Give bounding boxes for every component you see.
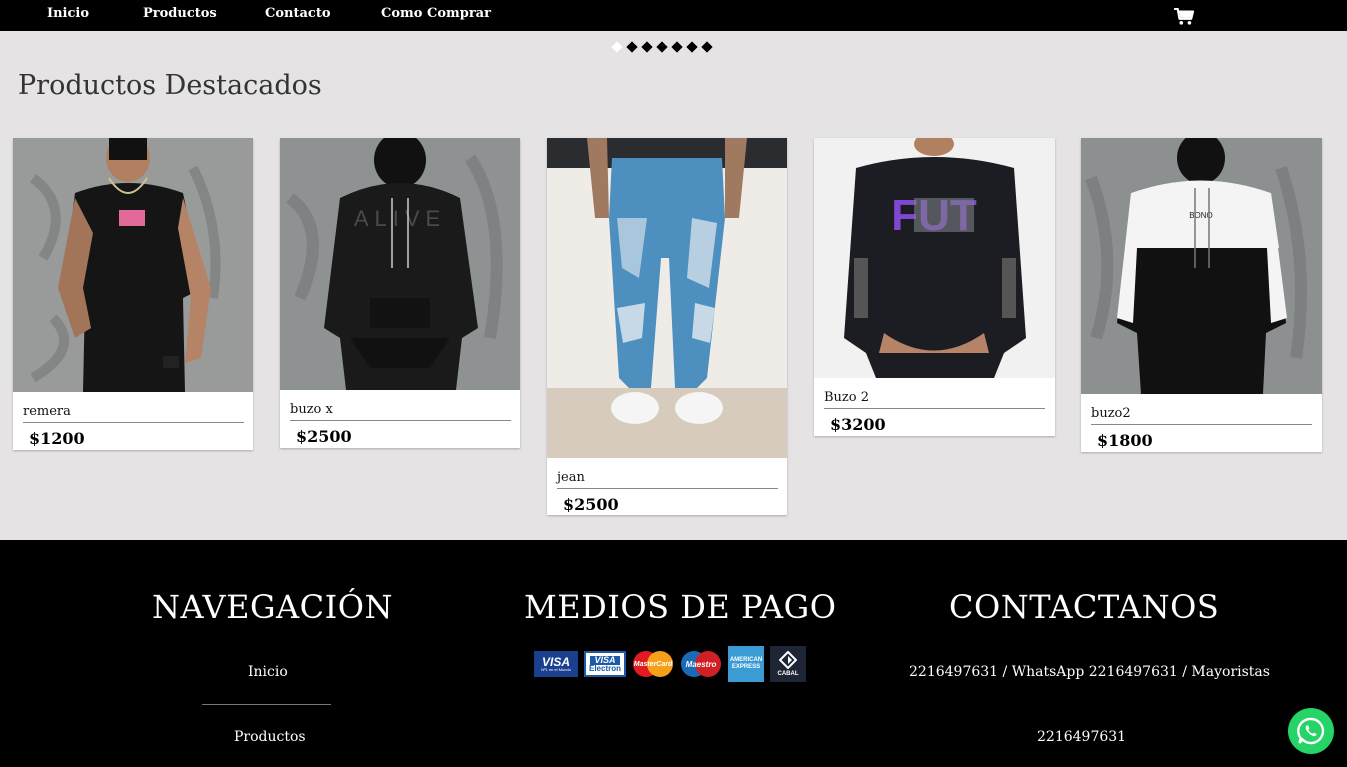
- footer-payment-title: MEDIOS DE PAGO: [524, 588, 837, 626]
- divider: [1091, 424, 1312, 425]
- slider-dots: [611, 41, 713, 53]
- whatsapp-button[interactable]: [1288, 708, 1334, 754]
- product-price: $2500: [563, 495, 619, 514]
- contact-phones: 2216497631 / WhatsApp 2216497631 / Mayor…: [909, 664, 1270, 680]
- slider-dot[interactable]: [701, 41, 713, 53]
- nav-link-contacto[interactable]: Contacto: [265, 6, 331, 21]
- visa-electron-icon: VISA Electron: [584, 651, 626, 677]
- product-card[interactable]: FUT Buzo 2 $3200: [814, 138, 1055, 436]
- product-card[interactable]: remera $1200: [13, 138, 253, 450]
- mastercard-icon: MasterCard: [632, 650, 674, 678]
- maestro-icon: Maestro: [680, 650, 722, 678]
- product-name[interactable]: jean: [557, 470, 585, 485]
- divider: [557, 488, 778, 489]
- product-price: $1800: [1097, 431, 1153, 450]
- divider: [290, 420, 511, 421]
- contact-wholesale-phone: 2216497631: [1037, 729, 1127, 745]
- divider: [824, 408, 1045, 409]
- slider-dot[interactable]: [611, 41, 623, 53]
- product-name[interactable]: buzo2: [1091, 406, 1131, 421]
- shopping-cart-icon[interactable]: [1173, 8, 1195, 26]
- footer: NAVEGACIÓN Inicio Productos MEDIOS DE PA…: [0, 540, 1347, 767]
- nav-link-inicio[interactable]: Inicio: [47, 6, 89, 21]
- product-image[interactable]: BONO: [1081, 138, 1322, 394]
- nav-link-productos[interactable]: Productos: [143, 6, 217, 21]
- visa-icon: VISA Nº1 en el Mundo: [534, 651, 578, 677]
- svg-text:ALIVE: ALIVE: [354, 206, 446, 231]
- footer-link-productos[interactable]: Productos: [234, 729, 306, 745]
- slider-dot[interactable]: [686, 41, 698, 53]
- nav-link-como-comprar[interactable]: Como Comprar: [381, 6, 491, 21]
- product-price: $3200: [830, 415, 886, 434]
- cabal-icon: CABAL: [770, 646, 806, 682]
- american-express-icon: AMERICAN EXPRESS: [728, 646, 764, 682]
- product-image[interactable]: ALIVE: [280, 138, 520, 390]
- slider-dot[interactable]: [626, 41, 638, 53]
- footer-link-inicio[interactable]: Inicio: [248, 664, 288, 680]
- slider-dot[interactable]: [671, 41, 683, 53]
- product-card[interactable]: jean $2500: [547, 138, 787, 515]
- product-image[interactable]: [547, 138, 787, 458]
- payment-methods: VISA Nº1 en el Mundo VISA Electron Maste…: [534, 646, 806, 682]
- product-price: $2500: [296, 427, 352, 446]
- product-card[interactable]: ALIVE buzo x $2500: [280, 138, 520, 448]
- slider-dot[interactable]: [641, 41, 653, 53]
- divider: [202, 704, 331, 705]
- product-name[interactable]: remera: [23, 404, 71, 419]
- section-title: Productos Destacados: [18, 70, 322, 101]
- product-image[interactable]: [13, 138, 253, 392]
- product-image[interactable]: FUT: [814, 138, 1055, 378]
- product-name[interactable]: buzo x: [290, 402, 333, 417]
- footer-contact-title: CONTACTANOS: [949, 588, 1220, 626]
- footer-nav-title: NAVEGACIÓN: [152, 588, 394, 626]
- product-name[interactable]: Buzo 2: [824, 390, 869, 405]
- top-navbar: Inicio Productos Contacto Como Comprar: [0, 0, 1347, 31]
- divider: [23, 422, 244, 423]
- product-card[interactable]: BONO buzo2 $1800: [1081, 138, 1322, 452]
- slider-dot[interactable]: [656, 41, 668, 53]
- product-price: $1200: [29, 429, 85, 448]
- whatsapp-icon: [1297, 717, 1325, 745]
